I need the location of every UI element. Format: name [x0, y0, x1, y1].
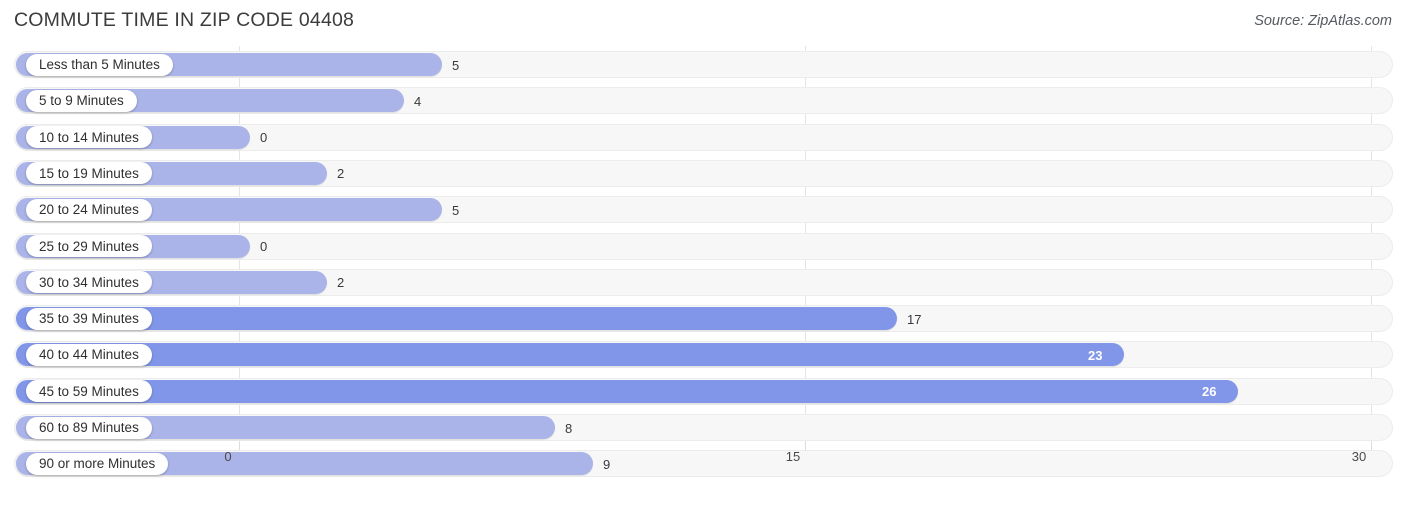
bar-value-label: 26 — [1202, 384, 1217, 400]
chart-page: COMMUTE TIME IN ZIP CODE 04408 Source: Z… — [0, 0, 1406, 524]
bar-category-label: 60 to 89 Minutes — [26, 416, 152, 439]
bar-value-label: 2 — [337, 166, 345, 182]
axis-tick-label: 15 — [785, 449, 801, 464]
bar-category-label: 25 to 29 Minutes — [26, 235, 152, 257]
bar-row[interactable]: 35 to 39 Minutes 17 — [14, 305, 1393, 333]
bar-row[interactable]: 40 to 44 Minutes 23 — [14, 341, 1393, 369]
bar-category-label: 5 to 9 Minutes — [26, 89, 137, 112]
chart-header: COMMUTE TIME IN ZIP CODE 04408 Source: Z… — [0, 0, 1406, 46]
bar-row[interactable]: Less than 5 Minutes 5 — [14, 51, 1393, 78]
bar-row[interactable]: 30 to 34 Minutes 2 — [14, 268, 1393, 296]
bar-value-label: 0 — [260, 130, 268, 146]
bar-category-label: 35 to 39 Minutes — [26, 307, 152, 330]
bar-row[interactable]: 10 to 14 Minutes 0 — [14, 123, 1393, 151]
axis-tick-label: 0 — [224, 449, 232, 464]
bar-value-label: 8 — [565, 420, 573, 436]
bar-fill — [16, 379, 1238, 403]
axis-tick-label: 30 — [1351, 449, 1367, 464]
bar-value-label: 5 — [452, 202, 460, 218]
axis-tick-mark — [1371, 442, 1372, 450]
chart-plot-area: Less than 5 Minutes 5 5 to 9 Minutes 4 10 to… — [0, 46, 1406, 486]
bar-category-label: Less than 5 Minutes — [26, 53, 173, 76]
bar-category-label: 20 to 24 Minutes — [26, 198, 152, 221]
bar-row[interactable]: 45 to 59 Minutes 26 — [14, 377, 1393, 405]
page-title: COMMUTE TIME IN ZIP CODE 04408 — [14, 9, 355, 31]
bar-category-label: 10 to 14 Minutes — [26, 126, 152, 149]
bar-category-label: 30 to 34 Minutes — [26, 271, 152, 294]
bar-value-label: 2 — [337, 275, 345, 291]
x-axis: 0 15 30 — [0, 442, 1406, 486]
bar-row[interactable]: 5 to 9 Minutes 4 — [14, 87, 1393, 115]
axis-tick-mark — [805, 442, 806, 450]
bar-category-label: 40 to 44 Minutes — [26, 343, 152, 366]
bar-category-label: 15 to 19 Minutes — [26, 162, 152, 185]
bar-value-label: 23 — [1088, 347, 1103, 363]
bar-value-label: 0 — [260, 239, 268, 254]
bar-row[interactable]: 60 to 89 Minutes 8 — [14, 414, 1393, 441]
bar-row[interactable]: 25 to 29 Minutes 0 — [14, 232, 1393, 260]
axis-tick-mark — [239, 442, 240, 450]
bar-value-label: 17 — [907, 311, 922, 327]
bar-rows: Less than 5 Minutes 5 5 to 9 Minutes 4 10 to… — [0, 46, 1406, 478]
bar-fill — [16, 343, 1124, 367]
bar-row[interactable]: 20 to 24 Minutes 5 — [14, 196, 1393, 224]
bar-value-label: 4 — [414, 93, 422, 109]
bar-category-label: 45 to 59 Minutes — [26, 380, 152, 403]
source-attribution: Source: ZipAtlas.com — [1254, 13, 1392, 29]
bar-row[interactable]: 15 to 19 Minutes 2 — [14, 159, 1393, 187]
bar-value-label: 5 — [452, 57, 460, 73]
